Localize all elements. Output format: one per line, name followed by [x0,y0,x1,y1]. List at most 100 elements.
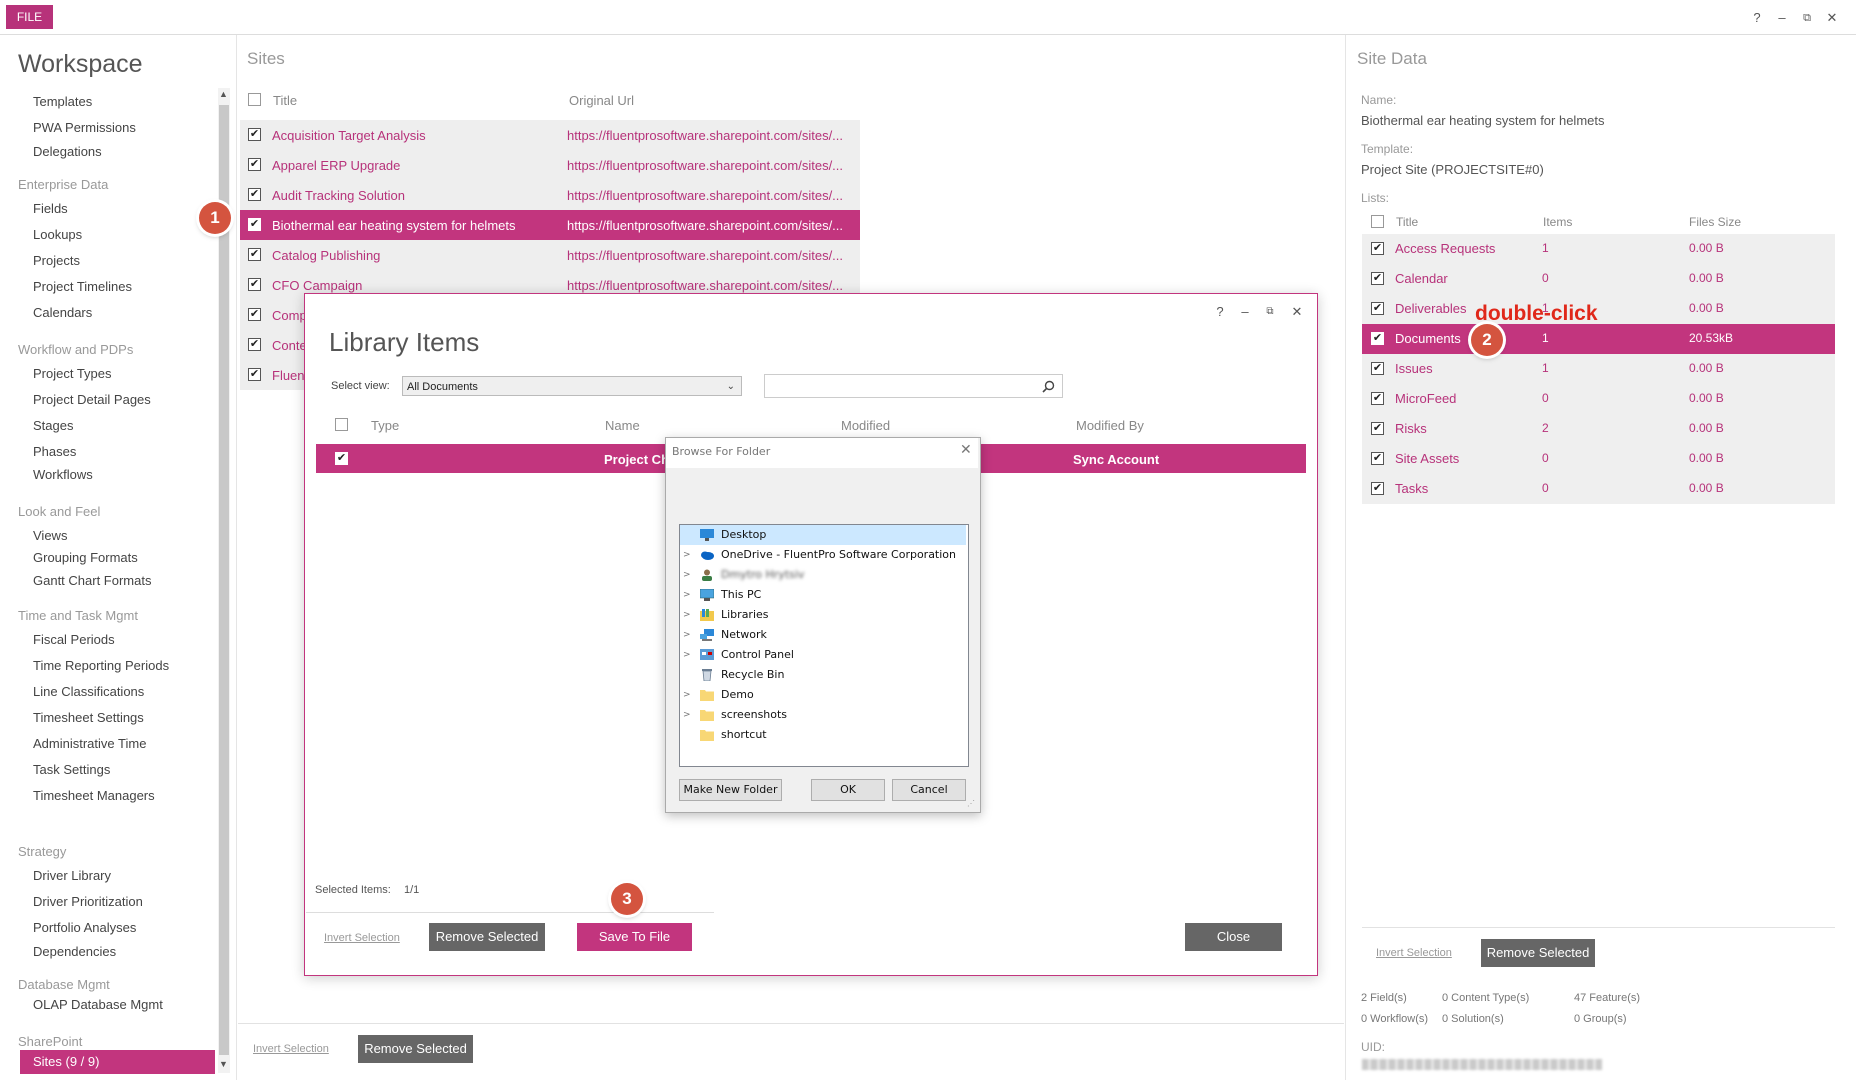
chevron-right-icon[interactable]: > [683,685,693,705]
site-checkbox[interactable]: ✔ [248,278,261,291]
chevron-right-icon[interactable]: > [683,645,693,665]
cancel-button[interactable]: Cancel [892,779,966,801]
tree-item-user[interactable]: > Dmytro Hrytsiv [680,565,966,585]
chevron-right-icon[interactable]: > [683,625,693,645]
restore-icon[interactable]: ⧉ [1797,8,1817,28]
list-checkbox[interactable]: ✔ [1371,242,1384,255]
site-row[interactable]: ✔ Apparel ERP Upgrade https://fluentpros… [240,150,860,180]
search-icon[interactable] [1042,380,1055,393]
site-row[interactable]: ✔ Acquisition Target Analysis https://fl… [240,120,860,150]
file-menu-button[interactable]: FILE [6,5,53,29]
site-row[interactable]: ✔ Catalog Publishing https://fluentproso… [240,240,860,270]
list-checkbox[interactable]: ✔ [1371,392,1384,405]
tree-item-screenshots[interactable]: > screenshots [680,705,966,725]
sidebar-item-time-reporting-periods[interactable]: Time Reporting Periods [33,658,169,673]
sidebar-item-olap-database-mgmt[interactable]: OLAP Database Mgmt [33,997,163,1012]
list-checkbox[interactable]: ✔ [1371,452,1384,465]
tree-item-control-panel[interactable]: > Control Panel [680,645,966,665]
chevron-right-icon[interactable]: > [683,545,693,565]
tree-item-recycle-bin[interactable]: Recycle Bin [680,665,966,685]
sidebar-item-templates[interactable]: Templates [33,94,92,109]
sidebar-item-project-types[interactable]: Project Types [33,366,112,381]
tree-item-network[interactable]: > Network [680,625,966,645]
library-search-input[interactable] [764,374,1063,398]
site-checkbox[interactable]: ✔ [248,218,261,231]
sidebar-item-lookups[interactable]: Lookups [33,227,82,242]
tree-item-onedrive[interactable]: > OneDrive - FluentPro Software Corporat… [680,545,966,565]
list-checkbox[interactable]: ✔ [1371,482,1384,495]
close-icon[interactable]: ✕ [1822,8,1842,28]
list-row[interactable]: ✔ Issues 1 0.00 B [1362,354,1835,384]
sidebar-item-fiscal-periods[interactable]: Fiscal Periods [33,632,115,647]
sidebar-scrollbar-thumb[interactable] [219,105,229,1055]
minimize-icon[interactable]: – [1772,8,1792,28]
list-checkbox[interactable]: ✔ [1371,302,1384,315]
sidebar-item-stages[interactable]: Stages [33,418,73,433]
scroll-down-icon[interactable]: ▼ [219,1059,228,1069]
sidebar-item-timesheet-settings[interactable]: Timesheet Settings [33,710,144,725]
sites-remove-selected-button[interactable]: Remove Selected [358,1035,473,1063]
library-invert-selection-link[interactable]: Invert Selection [324,932,400,944]
resize-grip-icon[interactable]: ⋰ [967,799,975,808]
site-checkbox[interactable]: ✔ [248,158,261,171]
sites-invert-selection-link[interactable]: Invert Selection [253,1043,329,1055]
save-to-file-button[interactable]: Save To File [577,923,692,951]
sidebar-item-fields[interactable]: Fields [33,201,68,216]
sidebar-item-calendars[interactable]: Calendars [33,305,92,320]
list-row[interactable]: ✔ Risks 2 0.00 B [1362,414,1835,444]
sidebar-item-driver-prioritization[interactable]: Driver Prioritization [33,894,143,909]
site-checkbox[interactable]: ✔ [248,368,261,381]
sidebar-item-project-detail-pages[interactable]: Project Detail Pages [33,392,151,407]
dialog-help-icon[interactable]: ? [1210,302,1230,322]
sidebar-item-pwa-permissions[interactable]: PWA Permissions [33,120,136,135]
site-checkbox[interactable]: ✔ [248,338,261,351]
tree-item-this-pc[interactable]: > This PC [680,585,966,605]
sidebar-item-task-settings[interactable]: Task Settings [33,762,110,777]
select-all-sites-checkbox[interactable] [248,93,261,106]
sidebar-item-driver-library[interactable]: Driver Library [33,868,111,883]
site-row[interactable]: ✔ Audit Tracking Solution https://fluent… [240,180,860,210]
list-checkbox[interactable]: ✔ [1371,272,1384,285]
chevron-right-icon[interactable]: > [683,585,693,605]
dialog-close-icon[interactable]: ✕ [1287,302,1307,322]
sidebar-item-gantt-chart-formats[interactable]: Gantt Chart Formats [33,573,151,588]
list-row[interactable]: ✔ Site Assets 0 0.00 B [1362,444,1835,474]
sidebar-item-workflows[interactable]: Workflows [33,467,93,482]
site-row-selected[interactable]: ✔ Biothermal ear heating system for helm… [240,210,860,240]
list-row[interactable]: ✔ MicroFeed 0 0.00 B [1362,384,1835,414]
dialog-restore-icon[interactable]: ⧉ [1260,302,1280,322]
site-data-remove-selected-button[interactable]: Remove Selected [1481,939,1595,967]
sidebar-item-portfolio-analyses[interactable]: Portfolio Analyses [33,920,136,935]
list-row[interactable]: ✔ Calendar 0 0.00 B [1362,264,1835,294]
site-checkbox[interactable]: ✔ [248,128,261,141]
tree-item-libraries[interactable]: > Libraries [680,605,966,625]
sidebar-item-delegations[interactable]: Delegations [33,144,102,159]
list-row[interactable]: ✔ Tasks 0 0.00 B [1362,474,1835,504]
list-row-selected[interactable]: ✔ Documents 1 20.53kB [1362,324,1835,354]
make-new-folder-button[interactable]: Make New Folder [679,779,782,801]
site-checkbox[interactable]: ✔ [248,188,261,201]
list-row[interactable]: ✔ Access Requests 1 0.00 B [1362,234,1835,264]
sidebar-item-phases[interactable]: Phases [33,444,76,459]
list-checkbox[interactable]: ✔ [1371,422,1384,435]
select-all-lists-checkbox[interactable] [1371,215,1384,228]
sidebar-item-projects[interactable]: Projects [33,253,80,268]
browse-close-icon[interactable]: ✕ [960,441,972,458]
sidebar-item-grouping-formats[interactable]: Grouping Formats [33,550,138,565]
sidebar-item-project-timelines[interactable]: Project Timelines [33,279,132,294]
library-item-checkbox[interactable]: ✔ [335,452,348,465]
list-row[interactable]: ✔ Deliverables 1 0.00 B [1362,294,1835,324]
library-close-button[interactable]: Close [1185,923,1282,951]
sidebar-item-administrative-time[interactable]: Administrative Time [33,736,146,751]
site-checkbox[interactable]: ✔ [248,308,261,321]
library-remove-selected-button[interactable]: Remove Selected [429,923,545,951]
chevron-right-icon[interactable]: > [683,605,693,625]
tree-item-shortcut[interactable]: shortcut [680,725,966,745]
tree-item-demo[interactable]: > Demo [680,685,966,705]
sidebar-item-sites[interactable]: Sites (9 / 9) [20,1050,215,1074]
sidebar-item-views[interactable]: Views [33,528,67,543]
sidebar-item-dependencies[interactable]: Dependencies [33,944,116,959]
help-icon[interactable]: ? [1747,8,1767,28]
select-view-dropdown[interactable]: All Documents ⌄ [402,376,742,396]
tree-item-desktop[interactable]: Desktop [680,525,966,545]
